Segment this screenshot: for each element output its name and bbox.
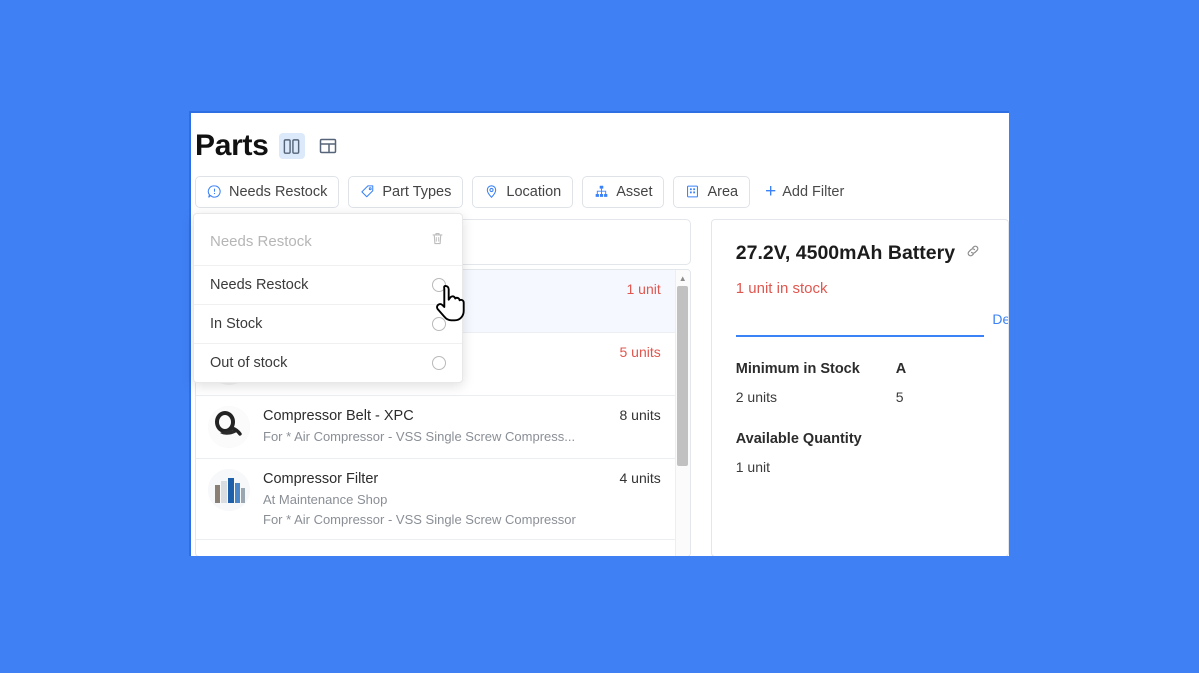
detail-field-column-right: A 5 bbox=[896, 361, 906, 475]
map-pin-icon bbox=[484, 184, 499, 199]
filter-photo-icon bbox=[208, 469, 250, 511]
detail-field-truncated: A 5 bbox=[896, 361, 906, 405]
detail-header: 27.2V, 4500mAh Battery 1 unit in stock D… bbox=[712, 220, 1008, 337]
radio-in-stock[interactable] bbox=[432, 317, 446, 331]
table-row[interactable]: Compressor Belt - XPC For * Air Compress… bbox=[196, 396, 675, 459]
tag-icon bbox=[360, 184, 375, 199]
part-thumbnail bbox=[208, 469, 250, 511]
option-label: Out of stock bbox=[210, 355, 288, 371]
filter-chip-label: Location bbox=[506, 183, 562, 200]
panel-layout-view-toggle[interactable] bbox=[315, 133, 341, 159]
field-label: Minimum in Stock bbox=[735, 361, 860, 377]
page-title: Parts bbox=[195, 129, 269, 162]
split-columns-icon bbox=[283, 138, 300, 154]
field-value: 2 units bbox=[735, 389, 777, 405]
part-name: Compressor Filter bbox=[263, 471, 379, 487]
add-filter-label: Add Filter bbox=[782, 183, 845, 200]
scrollbar-thumb[interactable] bbox=[677, 286, 689, 466]
tab-details[interactable]: Deta bbox=[992, 311, 1008, 335]
part-info: Compressor Belt - XPC For * Air Compress… bbox=[263, 406, 607, 447]
field-label: Available Quantity bbox=[735, 431, 862, 447]
filter-chip-label: Area bbox=[707, 183, 739, 200]
part-subtitle: At Maintenance Shop bbox=[263, 492, 388, 508]
stock-status: 1 unit in stock bbox=[735, 280, 828, 297]
part-quantity: 1 unit bbox=[626, 281, 661, 297]
chevron-up-icon[interactable]: ▲ bbox=[675, 270, 690, 286]
window-header: Parts bbox=[191, 113, 1009, 169]
link-icon[interactable] bbox=[965, 243, 981, 264]
filter-chip-label: Part Types bbox=[382, 183, 452, 200]
field-value: 1 unit bbox=[735, 459, 770, 475]
needs-restock-filter-dropdown: Needs Restock Needs Restock In Stock Out… bbox=[193, 213, 463, 383]
split-columns-view-toggle[interactable] bbox=[278, 133, 305, 159]
trash-icon[interactable] bbox=[429, 230, 446, 252]
plus-icon: + bbox=[765, 181, 777, 202]
add-filter-button[interactable]: + Add Filter bbox=[759, 176, 850, 208]
detail-field-column-left: Minimum in Stock 2 units Available Quant… bbox=[736, 361, 862, 475]
radio-needs-restock[interactable] bbox=[432, 278, 446, 292]
detail-field-available-quantity: Available Quantity 1 unit bbox=[736, 431, 862, 475]
detail-title: 27.2V, 4500mAh Battery bbox=[735, 242, 956, 264]
detail-field-minimum-in-stock: Minimum in Stock 2 units bbox=[736, 361, 862, 405]
filter-bar: Needs Restock Part Types Location Asset … bbox=[191, 169, 1009, 211]
sitemap-icon bbox=[594, 184, 609, 199]
part-info: Compressor Filter At Maintenance Shop Fo… bbox=[263, 469, 607, 529]
part-detail-pane: 27.2V, 4500mAh Battery 1 unit in stock D… bbox=[710, 219, 1009, 556]
filter-chip-label: Asset bbox=[616, 183, 653, 200]
radio-out-of-stock[interactable] bbox=[432, 356, 446, 370]
alert-circle-icon bbox=[207, 184, 222, 199]
filter-chip-part-types[interactable]: Part Types bbox=[348, 175, 464, 208]
list-scrollbar[interactable]: ▲ bbox=[674, 270, 690, 556]
panel-layout-icon bbox=[319, 138, 336, 154]
building-icon bbox=[685, 184, 700, 199]
field-value: 5 bbox=[895, 389, 904, 405]
part-quantity: 4 units bbox=[619, 470, 661, 486]
part-quantity: 8 units bbox=[619, 407, 661, 423]
dropdown-option-needs-restock[interactable]: Needs Restock bbox=[194, 265, 462, 304]
dropdown-option-in-stock[interactable]: In Stock bbox=[194, 304, 462, 343]
table-row[interactable]: Compressor Filter At Maintenance Shop Fo… bbox=[196, 459, 675, 541]
field-label: A bbox=[895, 361, 907, 377]
detail-fields: Minimum in Stock 2 units Available Quant… bbox=[712, 337, 1008, 475]
detail-tabs: Deta bbox=[735, 297, 1008, 337]
part-quantity: 5 units bbox=[619, 344, 661, 360]
dropdown-title: Needs Restock bbox=[210, 232, 312, 250]
part-thumbnail bbox=[208, 406, 250, 448]
part-subtitle-secondary: For * Air Compressor - VSS Single Screw … bbox=[263, 511, 576, 527]
part-subtitle: For * Air Compressor - VSS Single Screw … bbox=[263, 429, 576, 445]
filter-chip-needs-restock[interactable]: Needs Restock bbox=[195, 175, 340, 208]
filter-chip-area[interactable]: Area bbox=[673, 175, 751, 208]
dropdown-header: Needs Restock bbox=[194, 214, 462, 265]
filter-chip-location[interactable]: Location bbox=[472, 175, 574, 208]
filter-chip-asset[interactable]: Asset bbox=[582, 175, 665, 208]
filter-chip-label: Needs Restock bbox=[229, 183, 328, 200]
option-label: In Stock bbox=[210, 316, 263, 332]
part-name: Compressor Belt - XPC bbox=[263, 408, 414, 424]
belt-photo-icon bbox=[208, 406, 250, 448]
option-label: Needs Restock bbox=[210, 277, 309, 293]
dropdown-option-out-of-stock[interactable]: Out of stock bbox=[194, 343, 462, 382]
detail-title-row: 27.2V, 4500mAh Battery bbox=[736, 242, 984, 265]
